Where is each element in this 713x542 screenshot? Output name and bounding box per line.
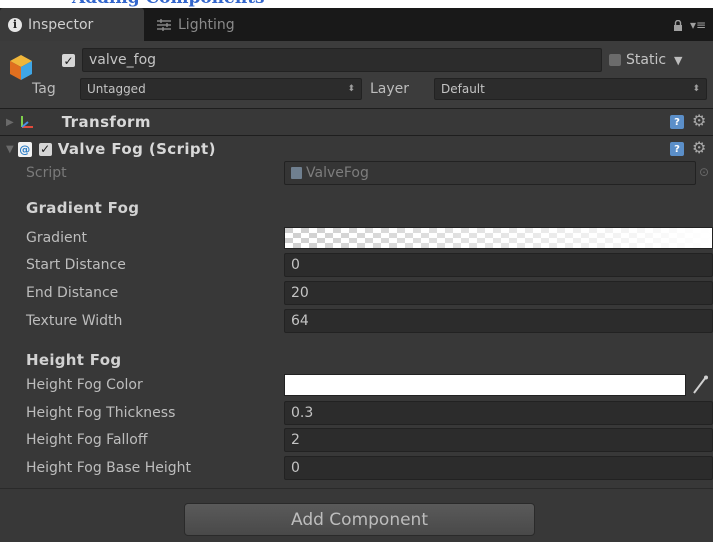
- gradient-fog-header: Gradient Fog: [26, 199, 140, 217]
- gameobject-active-checkbox[interactable]: ✓: [62, 54, 75, 67]
- height-fog-thickness-field[interactable]: 0.3: [284, 401, 713, 425]
- valve-fog-help-icon[interactable]: ?: [670, 142, 684, 156]
- transform-settings-gear-icon[interactable]: ⚙: [692, 111, 706, 130]
- page-heading-strip: Adding Components: [0, 0, 713, 8]
- tab-lighting[interactable]: Lighting: [148, 8, 260, 41]
- valve-fog-settings-gear-icon[interactable]: ⚙: [692, 138, 706, 157]
- panel-menu-icon[interactable]: ▾≡: [690, 19, 708, 31]
- tab-bar: i Inspector Lighting ▾≡: [0, 8, 713, 41]
- script-label: Script: [26, 165, 67, 181]
- tab-lighting-label: Lighting: [178, 16, 235, 33]
- csharp-script-icon: @: [17, 141, 32, 157]
- gameobject-name-field[interactable]: valve_fog: [82, 48, 602, 72]
- layer-dropdown[interactable]: Default ⬍: [434, 78, 707, 100]
- object-picker-icon[interactable]: ⊙: [699, 165, 709, 179]
- valve-fog-component-header[interactable]: ▼ @ ✓ Valve Fog (Script) ? ⚙: [0, 135, 713, 163]
- lock-icon[interactable]: [673, 19, 683, 31]
- script-asset-icon: [291, 167, 302, 179]
- height-fog-falloff-label: Height Fog Falloff: [26, 432, 148, 448]
- script-field: ValveFog: [284, 161, 696, 185]
- gradient-preview: [285, 228, 712, 248]
- info-icon: i: [8, 17, 22, 32]
- tag-dropdown[interactable]: Untagged ⬍: [80, 78, 362, 100]
- start-distance-field[interactable]: 0: [284, 253, 713, 277]
- tag-dropdown-value: Untagged: [87, 82, 146, 96]
- gameobject-cube-icon: [8, 53, 34, 81]
- valve-fog-enabled-checkbox[interactable]: ✓: [38, 142, 52, 156]
- valve-fog-foldout-icon[interactable]: ▼: [6, 144, 14, 155]
- static-label: Static: [626, 52, 667, 68]
- transform-foldout-icon[interactable]: ▶: [6, 117, 14, 128]
- height-fog-base-height-field[interactable]: 0: [284, 456, 713, 480]
- tag-dropdown-arrow-icon: ⬍: [347, 84, 355, 94]
- script-field-value: ValveFog: [306, 165, 369, 181]
- height-fog-thickness-label: Height Fog Thickness: [26, 405, 176, 421]
- transform-icon: [18, 113, 36, 131]
- eyedropper-icon[interactable]: [691, 375, 709, 395]
- end-distance-label: End Distance: [26, 285, 119, 301]
- layer-dropdown-value: Default: [441, 82, 485, 96]
- lighting-icon: [156, 18, 172, 32]
- height-fog-base-height-label: Height Fog Base Height: [26, 460, 192, 476]
- valve-fog-title: Valve Fog (Script): [57, 140, 216, 158]
- page-heading: Adding Components: [72, 0, 265, 8]
- transform-component-header[interactable]: ▶ Transform ? ⚙: [0, 108, 713, 136]
- texture-width-label: Texture Width: [26, 313, 123, 329]
- height-fog-color-label: Height Fog Color: [26, 377, 143, 393]
- height-fog-falloff-field[interactable]: 2: [284, 428, 713, 452]
- layer-dropdown-arrow-icon: ⬍: [692, 84, 700, 94]
- gradient-label: Gradient: [26, 230, 87, 246]
- gradient-field[interactable]: [284, 227, 713, 249]
- transform-help-icon[interactable]: ?: [670, 115, 684, 129]
- texture-width-field[interactable]: 64: [284, 309, 713, 333]
- height-fog-header: Height Fog: [26, 351, 122, 369]
- tag-label: Tag: [32, 81, 56, 97]
- height-fog-color-swatch[interactable]: [284, 374, 686, 396]
- end-distance-field[interactable]: 20: [284, 281, 713, 305]
- gameobject-header: ✓ valve_fog Static ▼ Tag Untagged ⬍ Laye…: [0, 41, 713, 109]
- tab-inspector[interactable]: i Inspector: [0, 8, 144, 41]
- layer-label: Layer: [370, 81, 410, 97]
- start-distance-label: Start Distance: [26, 257, 126, 273]
- tab-inspector-label: Inspector: [28, 16, 94, 33]
- transform-title: Transform: [61, 113, 151, 131]
- static-checkbox[interactable]: [609, 54, 621, 66]
- static-toggle[interactable]: Static ▼: [609, 49, 683, 71]
- divider: [0, 488, 713, 489]
- static-dropdown-icon[interactable]: ▼: [674, 54, 682, 67]
- add-component-button[interactable]: Add Component: [184, 503, 535, 536]
